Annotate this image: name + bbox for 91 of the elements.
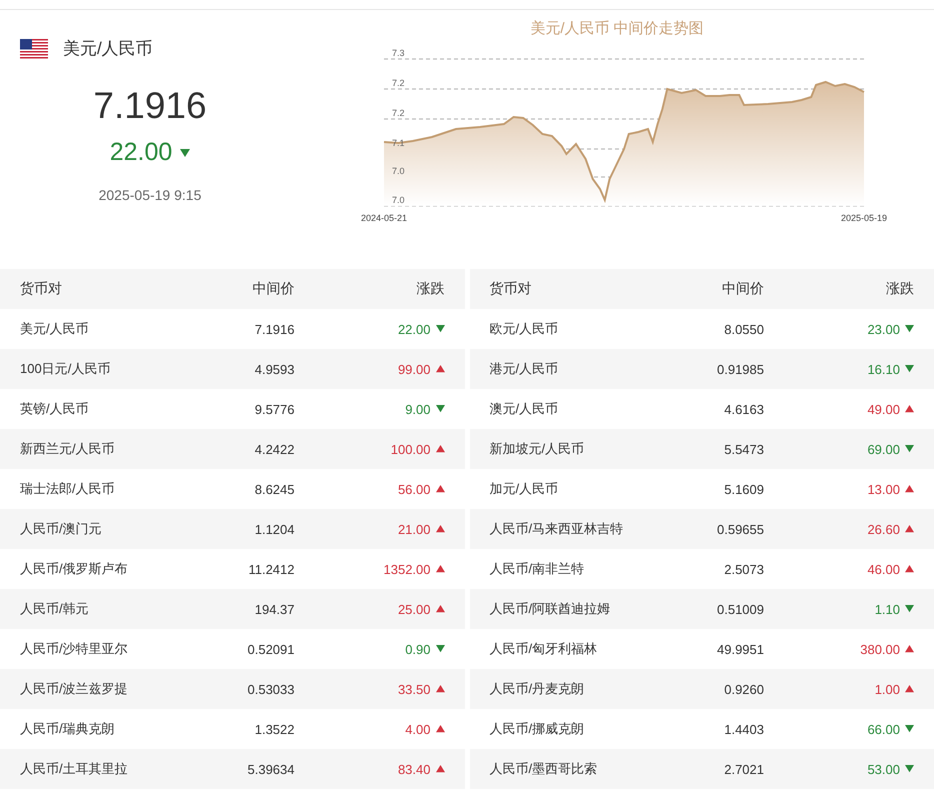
price-change: 1.10 [874,602,900,616]
price-change: 1.00 [874,682,900,696]
axis-label: 7.0 [392,195,405,205]
mid-price: 8.6245 [254,482,294,496]
currency-pair: 人民币/挪威克朗 [490,721,584,736]
mid-price: 7.1916 [92,85,208,127]
flag-icon [20,38,48,58]
mid-price: 1.4403 [724,722,764,736]
price-change: 53.00 [867,762,900,776]
currency-pair: 澳元/人民币 [490,401,558,416]
price-change: 33.50 [398,682,430,696]
mid-price: 5.1609 [724,482,764,496]
column-header: 中间价 [252,280,294,296]
currency-pair: 欧元/人民币 [490,321,558,336]
currency-pair: 人民币/沙特里亚尔 [20,641,128,656]
mid-price: 9.5776 [254,402,294,416]
date-label: 2024-05-21 [361,213,408,223]
mid-price: 0.9260 [724,682,764,696]
column-header: 货币对 [490,280,532,296]
axis-label: 7.0 [392,166,405,176]
price-change: 26.60 [867,522,900,536]
price-change: 23.00 [867,322,900,336]
mid-price: 0.51009 [717,602,764,616]
currency-pair: 人民币/俄罗斯卢布 [20,561,128,576]
currency-pair: 人民币/波兰兹罗提 [20,681,128,696]
currency-pair-title: 美元/人民币 [63,38,153,60]
price-change: 49.00 [867,402,900,416]
mid-price: 0.52091 [248,642,294,656]
price-change: 100.00 [390,442,430,456]
currency-pair: 新加坡元/人民币 [490,441,584,456]
axis-label: 7.2 [392,108,405,118]
currency-pair: 人民币/阿联酋迪拉姆 [490,601,610,616]
mid-price: 2.5073 [724,562,764,576]
currency-pair: 美元/人民币 [20,321,89,336]
price-change: 0.90 [405,642,430,656]
mid-price: 5.5473 [724,442,764,456]
date-label: 2025-05-19 [840,213,887,223]
price-change: 25.00 [398,602,430,616]
mid-price: 8.0550 [724,322,764,336]
price-change: 56.00 [398,482,430,496]
currency-pair: 瑞士法郎/人民币 [20,481,115,496]
price-change: 13.00 [867,482,900,496]
currency-pair: 人民币/南非兰特 [490,561,584,576]
price-change: 69.00 [867,442,900,456]
currency-pair: 人民币/瑞典克朗 [20,721,115,736]
currency-pair: 港元/人民币 [490,361,558,376]
update-time: 2025-05-19 9:15 [98,187,202,203]
axis-label: 7.2 [392,78,405,88]
price-change: 9.00 [405,402,430,416]
mid-price: 0.91985 [717,362,764,376]
price-change: 46.00 [867,562,900,576]
mid-price: 0.53033 [248,682,294,696]
price-change: 66.00 [867,722,900,736]
price-change: 22.00 [110,138,172,167]
mid-price: 49.9951 [717,642,764,656]
currency-pair: 英镑/人民币 [20,401,89,416]
price-change: 1352.00 [384,562,430,576]
column-header: 中间价 [722,280,764,296]
currency-pair: 人民币/土耳其里拉 [20,761,128,776]
currency-pair: 加元/人民币 [490,481,558,496]
mid-price: 194.37 [254,602,294,616]
column-header: 涨跌 [886,280,914,298]
price-change: 4.00 [405,722,430,736]
mid-price: 4.2422 [254,442,294,456]
currency-pair: 人民币/韩元 [20,601,89,616]
price-change: 380.00 [860,642,900,656]
currency-pair: 人民币/丹麦克朗 [490,681,584,696]
mid-price: 0.59655 [717,522,764,536]
mid-price: 5.39634 [248,762,294,776]
chart-title: 美元/人民币 中间价走势图 [529,19,705,38]
price-change: 21.00 [398,522,430,536]
currency-pair: 人民币/澳门元 [20,521,102,536]
mid-price: 4.6163 [724,402,764,416]
column-header: 涨跌 [416,280,444,298]
mid-price: 1.3522 [254,722,294,736]
currency-pair: 新西兰元/人民币 [20,441,115,456]
price-change: 83.40 [398,762,430,776]
mid-price: 1.1204 [254,522,294,536]
currency-pair: 人民币/墨西哥比索 [490,761,598,776]
price-change: 99.00 [398,362,430,376]
mid-price: 2.7021 [724,762,764,776]
axis-label: 7.3 [392,48,405,58]
price-change: 16.10 [867,362,900,376]
currency-pair: 人民币/马来西亚林吉特 [490,521,624,536]
mid-price: 4.9593 [254,362,294,376]
column-header: 货币对 [20,280,62,296]
currency-pair: 人民币/匈牙利福林 [490,641,598,656]
currency-pair: 100日元/人民币 [20,361,110,376]
mid-price: 7.1916 [254,322,294,336]
price-change: 22.00 [398,322,430,336]
mid-price: 11.2412 [248,562,294,576]
